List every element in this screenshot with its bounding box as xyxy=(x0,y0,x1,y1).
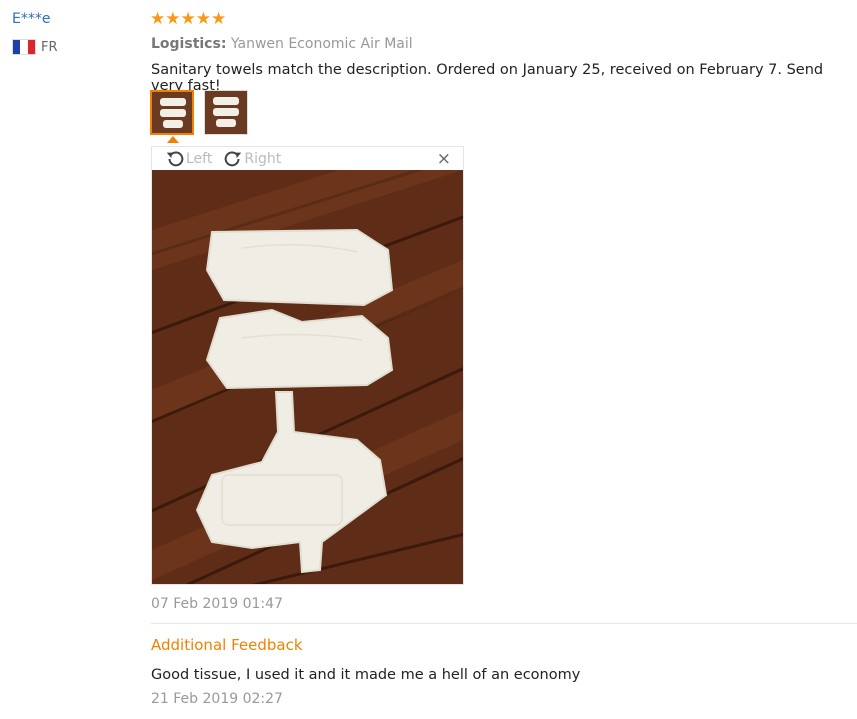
photo-viewer: Left Right × xyxy=(151,146,464,585)
star-icon: ★ xyxy=(165,9,181,29)
rotate-right-icon xyxy=(225,151,242,166)
star-icon: ★ xyxy=(180,9,196,29)
divider xyxy=(151,623,857,624)
star-icon: ★ xyxy=(150,9,166,29)
additional-feedback-date: 21 Feb 2019 02:27 xyxy=(151,691,283,707)
rotate-right-label: Right xyxy=(244,150,282,167)
close-viewer-button[interactable]: × xyxy=(437,149,451,169)
star-icon: ★ xyxy=(211,9,227,29)
review-photo xyxy=(152,170,463,584)
reviewer-country: FR xyxy=(12,39,58,55)
reviewer-name[interactable]: E***e xyxy=(12,11,50,27)
viewer-toolbar: Left Right × xyxy=(152,147,463,170)
logistics-value: Yanwen Economic Air Mail xyxy=(230,36,413,52)
photo-thumbnails xyxy=(150,90,248,135)
review-date: 07 Feb 2019 01:47 xyxy=(151,596,283,612)
country-code: FR xyxy=(41,39,58,55)
selected-thumbnail-indicator xyxy=(167,136,179,143)
rotate-left-label: Left xyxy=(186,150,213,167)
logistics-label: Logistics: xyxy=(151,36,227,52)
star-icon: ★ xyxy=(195,9,211,29)
logistics-info: Logistics: Yanwen Economic Air Mail xyxy=(151,36,413,52)
additional-feedback-text: Good tissue, I used it and it made me a … xyxy=(151,667,581,683)
thumbnail-photo-1[interactable] xyxy=(150,90,194,135)
rotate-left-button[interactable]: Left xyxy=(164,148,212,170)
star-rating: ★ ★ ★ ★ ★ xyxy=(150,9,226,29)
review-text: Sanitary towels match the description. O… xyxy=(151,62,824,94)
additional-feedback-title: Additional Feedback xyxy=(151,636,303,654)
france-flag-icon xyxy=(12,39,36,55)
thumbnail-photo-2[interactable] xyxy=(204,90,248,135)
rotate-right-button[interactable]: Right xyxy=(222,148,281,170)
rotate-left-icon xyxy=(166,151,184,166)
